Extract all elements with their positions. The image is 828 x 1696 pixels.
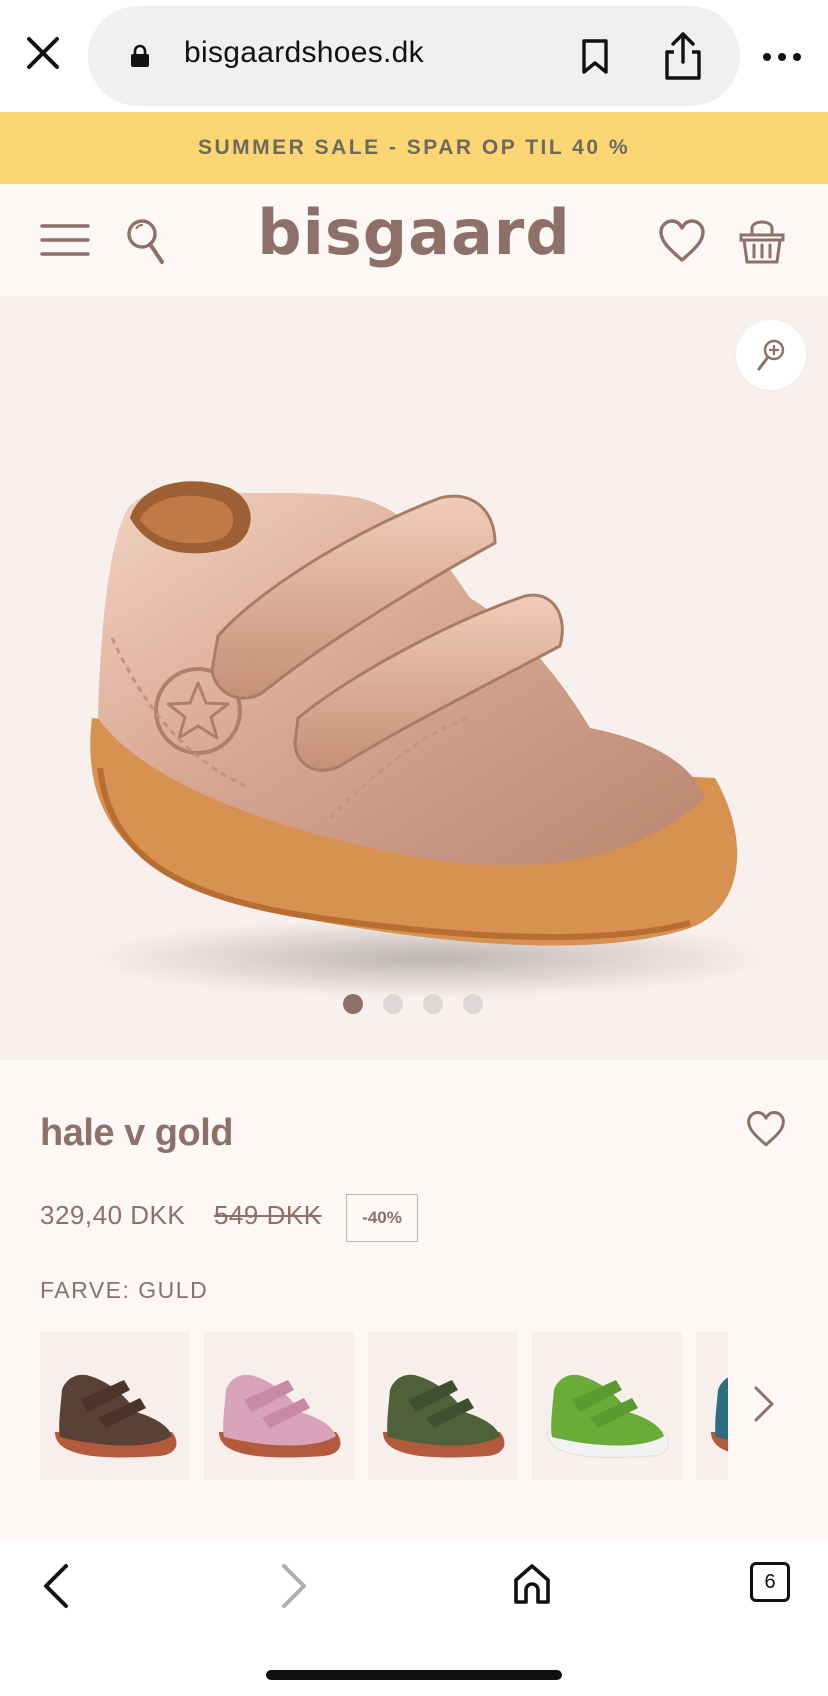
tabs-button[interactable]: 6	[750, 1562, 790, 1602]
basket-icon[interactable]	[738, 218, 786, 271]
product-title: hale v gold	[40, 1112, 233, 1154]
gallery-dot[interactable]	[463, 994, 483, 1014]
forward-button[interactable]	[278, 1562, 310, 1615]
shoe-thumbnail	[55, 1374, 177, 1458]
sale-price: 329,40 DKK	[40, 1200, 186, 1230]
shoe-thumbnail	[219, 1374, 341, 1458]
bookmark-icon[interactable]	[578, 38, 612, 81]
favorite-icon[interactable]	[746, 1110, 786, 1153]
chevron-left-icon	[44, 1564, 68, 1608]
share-icon[interactable]	[660, 30, 706, 87]
original-price: 549 DKK	[214, 1200, 322, 1230]
discount-badge: -40%	[346, 1194, 418, 1242]
home-icon	[514, 1564, 550, 1604]
discount-text: -40%	[362, 1208, 402, 1227]
zoom-button[interactable]	[736, 320, 806, 390]
more-icon[interactable]	[762, 50, 802, 68]
home-button[interactable]	[512, 1562, 552, 1611]
chevron-right-icon[interactable]	[752, 1384, 776, 1429]
gallery-dot[interactable]	[343, 994, 363, 1014]
close-icon[interactable]	[22, 32, 64, 74]
lock-icon	[130, 44, 150, 73]
shoe-thumbnail	[711, 1377, 728, 1452]
color-swatch-pink[interactable]	[204, 1332, 354, 1480]
gallery-dot[interactable]	[423, 994, 443, 1014]
color-swatch-green[interactable]	[368, 1332, 518, 1480]
product-gallery[interactable]	[0, 298, 828, 1060]
chevron-right-icon	[282, 1564, 306, 1608]
gallery-dot[interactable]	[383, 994, 403, 1014]
sale-banner-text: SUMMER SALE - SPAR OP TIL 40 %	[197, 136, 631, 159]
zoom-in-icon	[757, 339, 785, 371]
heart-icon[interactable]	[658, 218, 706, 269]
shoe-thumbnail	[546, 1374, 669, 1458]
back-button[interactable]	[40, 1562, 72, 1615]
home-indicator	[266, 1670, 562, 1680]
shoe-thumbnail	[383, 1374, 505, 1458]
product-image	[90, 481, 770, 998]
color-swatch-brown[interactable]	[40, 1332, 190, 1480]
color-swatch-blue[interactable]	[696, 1332, 728, 1480]
color-label: FARVE: GULD	[40, 1277, 209, 1303]
tab-count: 6	[764, 1570, 776, 1593]
url-text: bisgaardshoes.dk	[184, 36, 424, 69]
sale-banner[interactable]: SUMMER SALE - SPAR OP TIL 40 %	[0, 112, 828, 184]
color-swatch-lime[interactable]	[532, 1332, 682, 1480]
